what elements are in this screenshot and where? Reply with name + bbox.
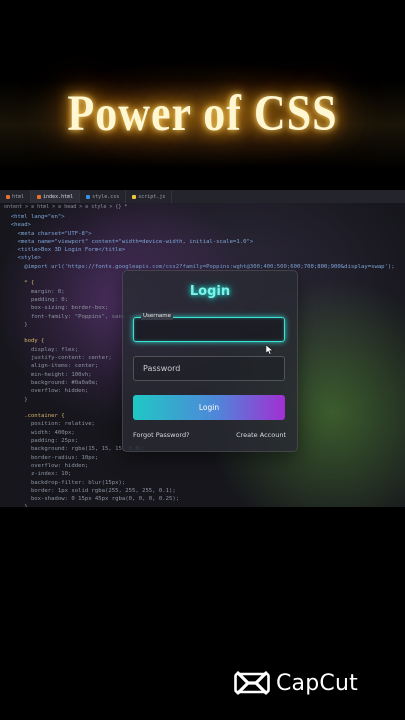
code-line: <meta charset="UTF-8"> bbox=[4, 230, 92, 237]
editor-tab-label: index.html bbox=[43, 193, 74, 200]
video-title: Power of CSS bbox=[67, 85, 338, 142]
create-account-link[interactable]: Create Account bbox=[236, 431, 286, 439]
title-banner: Power of CSS bbox=[0, 0, 405, 190]
login-title: Login bbox=[189, 284, 231, 299]
editor-tab-bar: html index.html style.css script.js bbox=[0, 190, 405, 203]
file-icon bbox=[37, 194, 42, 199]
code-line: <head> bbox=[4, 222, 31, 229]
code-line: z-index: 10; bbox=[4, 471, 72, 478]
capcut-label: CapCut bbox=[276, 670, 358, 696]
code-line: <title>Box 3D Login Form</title> bbox=[4, 247, 126, 254]
password-placeholder: Password bbox=[143, 364, 181, 373]
editor-tab[interactable]: index.html bbox=[31, 190, 81, 203]
editor-tab[interactable]: html bbox=[0, 190, 32, 203]
code-line: } bbox=[4, 503, 404, 507]
forgot-password-link[interactable]: Forgot Password? bbox=[133, 431, 190, 439]
file-icon bbox=[132, 194, 137, 199]
username-field[interactable]: Username bbox=[133, 313, 285, 342]
editor-tab-label: script.js bbox=[138, 193, 166, 200]
login-card: Login Username Password Login Forgot Pas… bbox=[122, 270, 298, 452]
username-label: Username bbox=[141, 313, 174, 320]
editor-tab[interactable]: script.js bbox=[126, 190, 173, 203]
file-icon bbox=[6, 194, 10, 199]
code-line: <meta name="viewport" content="width=dev… bbox=[4, 238, 254, 245]
editor-tab-label: html bbox=[12, 193, 25, 200]
editor-tab-label: style.css bbox=[92, 193, 120, 200]
breadcrumb: ontent > ⊘ html > ⊘ head > ⊘ style > {} … bbox=[4, 204, 128, 210]
capcut-watermark: CapCut bbox=[234, 668, 358, 698]
code-line: overflow: hidden; bbox=[4, 462, 89, 469]
code-line: backdrop-filter: blur(15px); bbox=[4, 479, 126, 486]
editor-tab[interactable]: style.css bbox=[80, 190, 127, 203]
code-line: box-shadow: 0 15px 45px rgba(0, 0, 0, 0.… bbox=[4, 496, 180, 503]
mouse-cursor-icon bbox=[266, 345, 274, 355]
capcut-logo-icon bbox=[234, 671, 270, 695]
code-line: <html lang="en"> bbox=[4, 214, 65, 220]
code-line: border: 1px solid rgba(255, 255, 255, 0.… bbox=[4, 487, 176, 494]
file-icon bbox=[86, 194, 91, 199]
password-field[interactable]: Password bbox=[133, 356, 285, 381]
login-button[interactable]: Login bbox=[133, 395, 285, 420]
code-line: border-radius: 10px; bbox=[4, 454, 99, 461]
code-line: <style> bbox=[4, 255, 42, 262]
